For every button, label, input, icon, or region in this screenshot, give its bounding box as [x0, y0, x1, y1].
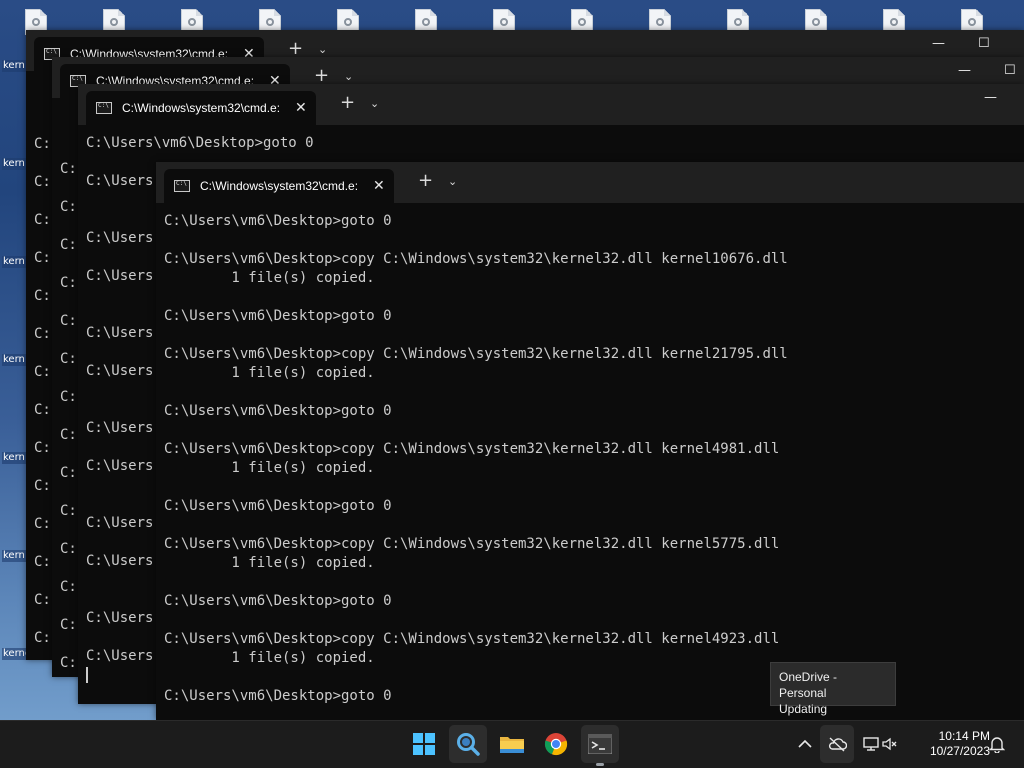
clock-time: 10:14 PM — [938, 729, 990, 743]
terminal-icon — [588, 734, 612, 754]
new-tab-icon[interactable]: + — [418, 170, 433, 191]
taskbar: 10:14 PM 10/27/2023 — [0, 720, 1024, 768]
desktop-icon-label[interactable]: kern — [2, 60, 26, 72]
chevron-up-icon — [798, 739, 812, 748]
minimize-icon[interactable]: — — [958, 63, 971, 78]
terminal-line: 1 file(s) copied. — [164, 365, 375, 381]
running-indicator — [596, 763, 604, 766]
file-explorer-button[interactable] — [493, 725, 531, 763]
terminal-line: C:\Users\vm6\Desktop>copy C:\Windows\sys… — [164, 631, 780, 647]
volume-muted-icon — [882, 737, 897, 751]
terminal-line: 1 file(s) copied. — [164, 555, 375, 571]
chevron-down-icon[interactable]: ⌄ — [318, 43, 327, 56]
tab-title: C:\Windows\system32\cmd.e: — [200, 179, 359, 193]
show-hidden-icons-button[interactable] — [786, 725, 824, 763]
terminal-button[interactable] — [581, 725, 619, 766]
text-cursor — [86, 667, 88, 683]
chrome-icon — [544, 733, 568, 756]
chevron-down-icon[interactable]: ⌄ — [370, 97, 379, 110]
start-icon — [413, 733, 435, 755]
onedrive-button[interactable] — [820, 725, 854, 763]
new-tab-icon[interactable]: + — [340, 92, 355, 113]
search-icon — [457, 733, 480, 756]
cmd-icon — [96, 102, 112, 114]
desktop-icon-label[interactable]: kern — [2, 550, 26, 562]
desktop-icon-label[interactable]: kern — [2, 158, 26, 170]
terminal-line: C:\Users\vm6\Desktop>copy C:\Windows\sys… — [164, 251, 788, 267]
minimize-icon[interactable]: — — [932, 36, 945, 51]
terminal-line: 1 file(s) copied. — [164, 270, 375, 286]
tab-cmd[interactable]: C:\Windows\system32\cmd.e: ✕ — [86, 91, 316, 125]
chevron-down-icon[interactable]: ⌄ — [448, 175, 457, 188]
new-tab-icon[interactable]: + — [288, 38, 303, 59]
tab-bar: C:\Windows\system32\cmd.e: ✕ + ⌄ — — [78, 84, 1024, 125]
terminal-line: C:\Users\vm6\Desktop>goto 0 — [164, 593, 392, 609]
terminal-line: C:\Users\vm6\Desktop>copy C:\Windows\sys… — [164, 441, 780, 457]
terminal-line: C:\Users\vm6\Desktop>goto 0 — [164, 213, 392, 229]
clock[interactable]: 10:14 PM 10/27/2023 — [906, 729, 990, 759]
chrome-button[interactable] — [537, 725, 575, 763]
terminal-output[interactable]: C:\Users\vm6\Desktop>goto 0 C:\Users\vm6… — [164, 203, 1024, 720]
tooltip-status: Updating — [779, 702, 828, 716]
cmd-icon — [174, 180, 190, 192]
start-button[interactable] — [405, 725, 443, 763]
desktop: kern kern kern kern kern kern kernel20 C… — [0, 0, 1024, 720]
onedrive-tooltip: OneDrive - Personal Updating — [770, 662, 896, 716]
terminal-window-front[interactable]: C:\Windows\system32\cmd.e: ✕ + ⌄ C:\User… — [156, 162, 1024, 720]
quick-settings-button[interactable] — [856, 725, 904, 763]
close-tab-icon[interactable]: ✕ — [373, 178, 385, 194]
onedrive-icon — [828, 737, 847, 752]
terminal-line: 1 file(s) copied. — [164, 460, 375, 476]
maximize-icon[interactable]: ☐ — [1004, 63, 1016, 78]
notifications-button[interactable] — [984, 725, 1010, 763]
chevron-down-icon[interactable]: ⌄ — [344, 70, 353, 83]
desktop-icon-label[interactable]: kern — [2, 256, 26, 268]
desktop-icon-label[interactable]: kern — [2, 354, 26, 366]
terminal-line: C:\Users\vm6\Desktop>copy C:\Windows\sys… — [164, 346, 788, 362]
minimize-icon[interactable]: — — [984, 90, 997, 105]
tab-cmd[interactable]: C:\Windows\system32\cmd.e: ✕ — [164, 169, 394, 203]
close-tab-icon[interactable]: ✕ — [295, 100, 307, 116]
new-tab-icon[interactable]: + — [314, 65, 329, 86]
tab-title: C:\Windows\system32\cmd.e: — [122, 101, 281, 115]
terminal-line: C:\Users\vm6\Desktop>goto 0 — [164, 308, 392, 324]
tooltip-title: OneDrive - Personal — [779, 670, 838, 700]
file-explorer-icon — [500, 737, 524, 753]
terminal-line: C:\Users\vm6\Desktop>goto 0 — [86, 135, 314, 151]
maximize-icon[interactable]: ☐ — [978, 36, 990, 51]
search-button[interactable] — [449, 725, 487, 763]
network-icon — [863, 737, 879, 751]
terminal-line: C:\Users\vm6\Desktop>copy C:\Windows\sys… — [164, 536, 780, 552]
clock-date: 10/27/2023 — [929, 744, 990, 758]
terminal-line: C:\Users\vm6\Desktop>goto 0 — [164, 403, 392, 419]
terminal-line: C:\Users\vm6\Desktop>goto 0 — [164, 498, 392, 514]
notification-bell-icon — [989, 737, 1005, 753]
tab-bar: C:\Windows\system32\cmd.e: ✕ + ⌄ — [156, 162, 1024, 203]
desktop-icon-label[interactable]: kern — [2, 452, 26, 464]
